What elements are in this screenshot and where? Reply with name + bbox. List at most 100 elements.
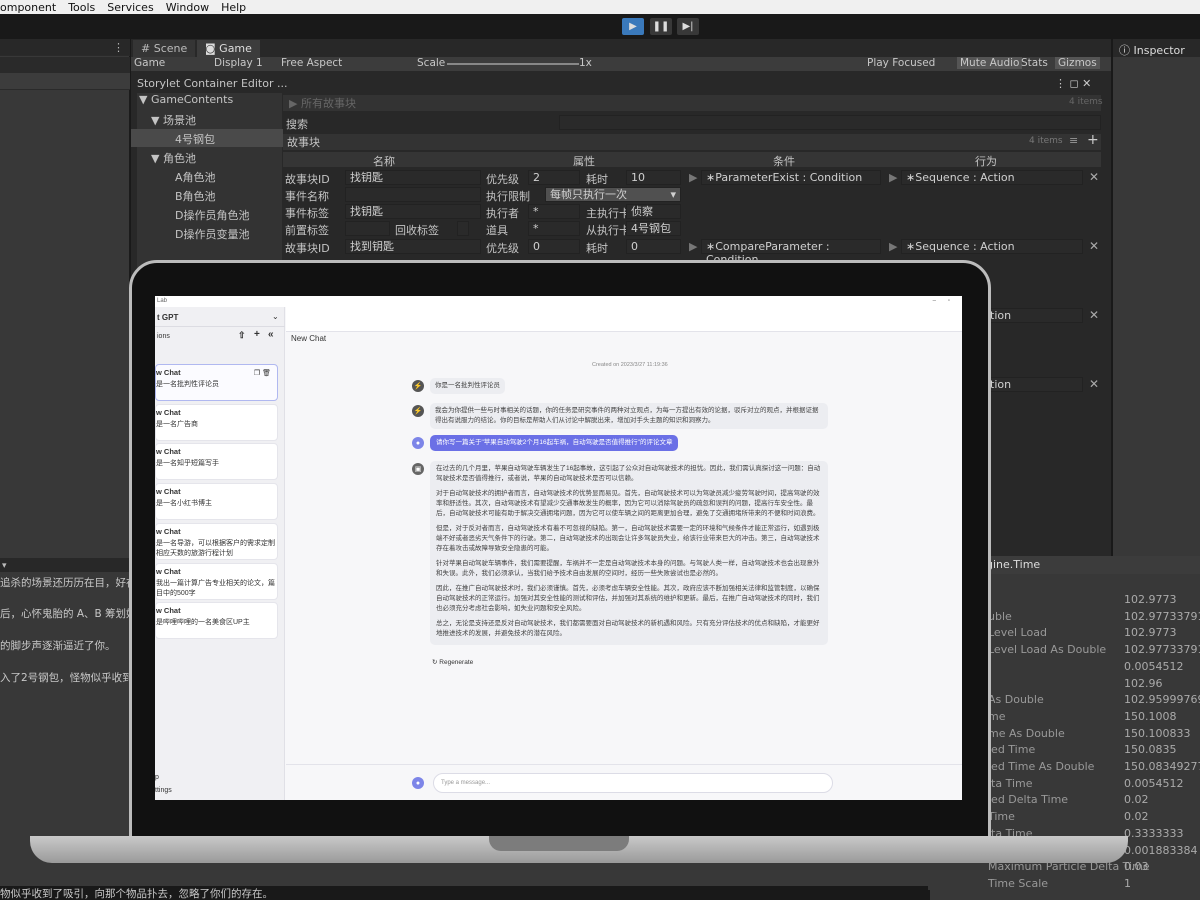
- menu-services[interactable]: Services: [107, 1, 153, 14]
- upload-icon[interactable]: ⇧: [238, 330, 246, 341]
- condition-field-2[interactable]: ∗CompareParameter : Condition: [701, 239, 881, 266]
- gizmos-button[interactable]: Gizmos: [1055, 57, 1100, 69]
- tree-a-pool[interactable]: A角色池: [175, 169, 216, 185]
- action-field-2[interactable]: ∗Sequence : Action: [901, 239, 1083, 254]
- tree-gamecontents[interactable]: ▼ GameContents: [139, 93, 233, 106]
- tree-ladle-4[interactable]: 4号钢包: [131, 129, 283, 147]
- expand-icon: ▼: [151, 152, 163, 165]
- inspector-panel: ⓘ Inspector: [1113, 39, 1200, 559]
- session-item[interactable]: w Chat 是一名广告商: [155, 403, 278, 441]
- session-item[interactable]: w Chat 我出一篇计算广告专业相关的论文，篇目中的500字: [155, 562, 278, 600]
- action-foldout-icon-2[interactable]: ▶: [889, 240, 897, 253]
- collapse-sidebar-icon[interactable]: «: [268, 329, 274, 340]
- event-tag-field[interactable]: 找钥匙: [345, 204, 481, 219]
- help-link[interactable]: p: [155, 774, 159, 781]
- tree-operator-role[interactable]: D操作员角色池: [175, 207, 249, 223]
- add-story-icon[interactable]: +: [1087, 132, 1099, 148]
- action-field[interactable]: ∗Sequence : Action: [901, 170, 1083, 185]
- remove-story-icon-3[interactable]: ✕: [1089, 308, 1099, 322]
- chevron-down-icon[interactable]: ⌄: [272, 312, 279, 321]
- tree-role-pool[interactable]: ▼ 角色池: [151, 150, 196, 166]
- menu-tools[interactable]: Tools: [68, 1, 95, 14]
- prop-field[interactable]: *: [528, 221, 580, 236]
- condition-field[interactable]: ∗ParameterExist : Condition: [701, 170, 881, 185]
- menu-help[interactable]: Help: [221, 1, 246, 14]
- minimize-icon[interactable]: –: [933, 296, 936, 307]
- sub-card-field[interactable]: 4号钢包: [626, 221, 681, 236]
- answer-paragraph: 因此，在推广自动驾驶技术时，我们必须谨慎。首先，必须考虑车辆安全性能。其次，政府…: [436, 585, 820, 612]
- story-items-count: 4 items: [1029, 136, 1063, 146]
- window-controls[interactable]: ⋮ ◻ ✕: [1055, 77, 1091, 90]
- remove-story-icon-2[interactable]: ✕: [1089, 239, 1099, 253]
- story-id-field[interactable]: 找钥匙: [345, 170, 481, 185]
- aspect-dropdown[interactable]: Free Aspect: [281, 57, 342, 69]
- lock-icon[interactable]: ⋮: [113, 41, 124, 54]
- model-select[interactable]: t GPT: [157, 313, 178, 322]
- time-row-value: 150.100833: [1124, 726, 1191, 740]
- step-button[interactable]: ▶|: [677, 18, 699, 35]
- display-dropdown[interactable]: Display 1: [214, 57, 263, 69]
- search-input[interactable]: [559, 115, 1101, 130]
- console-line: 入了2号钢包，怪物似乎收到了: [0, 672, 144, 684]
- limit-value: 每帧只执行一次: [550, 188, 627, 201]
- session-item[interactable]: w Chat 是哔哩哔哩的一名美食区UP主: [155, 602, 278, 640]
- remove-story-icon[interactable]: ✕: [1089, 170, 1099, 184]
- action-foldout-icon[interactable]: ▶: [889, 171, 897, 184]
- executor-field[interactable]: *: [528, 204, 580, 219]
- time-row-label: Time: [988, 810, 1015, 824]
- mute-audio-button[interactable]: Mute Audio: [957, 57, 1023, 69]
- condition-foldout-icon[interactable]: ▶: [689, 171, 697, 184]
- session-item[interactable]: w Chat 是一名小红书博主: [155, 483, 278, 521]
- expand-icon: ▼: [151, 114, 163, 127]
- main-card-field[interactable]: 侦察: [626, 204, 681, 219]
- session-actions-icon[interactable]: ❐ 🗑: [254, 369, 271, 377]
- priority-field[interactable]: 2: [528, 170, 580, 185]
- console-line: 追杀的场景还历历在目，好在: [0, 577, 137, 589]
- menu-window[interactable]: Window: [166, 1, 209, 14]
- time-row: Time Scale 1: [928, 877, 1200, 893]
- time-row-label: led Time: [988, 743, 1036, 757]
- action-field-3[interactable]: tion: [985, 308, 1083, 323]
- regenerate-button[interactable]: ↻ Regenerate: [432, 658, 473, 666]
- duration-field-2[interactable]: 0: [626, 239, 681, 254]
- game-dropdown[interactable]: Game: [134, 57, 165, 69]
- session-item[interactable]: w Chat 是一名导游，可以根据客户的需求定制相应天数的旅游行程计划: [155, 522, 278, 560]
- settings-link[interactable]: ttings: [155, 787, 172, 794]
- stats-button[interactable]: Stats: [1021, 57, 1048, 69]
- priority-field-2[interactable]: 0: [528, 239, 580, 254]
- remove-story-icon-4[interactable]: ✕: [1089, 377, 1099, 391]
- duration-field[interactable]: 10: [626, 170, 681, 185]
- screenshot-root: omponent Tools Services Window Help ▶ ❚❚…: [0, 0, 1200, 900]
- condition-foldout-icon-2[interactable]: ▶: [689, 240, 697, 253]
- pause-button[interactable]: ❚❚: [650, 18, 672, 35]
- limit-dropdown[interactable]: 每帧只执行一次 ▾: [545, 187, 681, 202]
- action-field-4[interactable]: tion: [985, 377, 1083, 392]
- list-menu-icon[interactable]: ≡: [1069, 134, 1078, 147]
- play-button[interactable]: ▶: [622, 18, 644, 35]
- tree-b-pool[interactable]: B角色池: [175, 188, 216, 204]
- new-session-icon[interactable]: +: [254, 329, 260, 340]
- menu-component[interactable]: omponent: [0, 1, 56, 14]
- tree-operator-var[interactable]: D操作员变量池: [175, 226, 249, 242]
- console-line: 后，心怀鬼胎的 A、B 筹划好: [0, 608, 137, 620]
- tab-game[interactable]: ◙ Game: [197, 40, 260, 57]
- chevron-down-icon[interactable]: ▾: [0, 561, 7, 571]
- message-input[interactable]: Type a message...: [433, 773, 833, 793]
- play-focused-dropdown[interactable]: Play Focused: [867, 57, 935, 69]
- recycle-toggle[interactable]: [457, 221, 469, 236]
- event-tag-label: 事件标签: [285, 207, 329, 220]
- hierarchy-row[interactable]: [0, 73, 130, 90]
- story-id-field-2[interactable]: 找到钥匙: [345, 239, 481, 254]
- event-name-field[interactable]: [345, 187, 481, 202]
- maximize-icon[interactable]: ▫: [948, 296, 950, 307]
- inspector-header[interactable]: ⓘ Inspector: [1113, 39, 1200, 57]
- session-item[interactable]: w Chat 是一名知乎短篇写手: [155, 443, 278, 481]
- all-stories-foldout[interactable]: ▶ 所有故事块: [283, 95, 1101, 111]
- tab-scene[interactable]: # Scene: [133, 40, 196, 57]
- session-item[interactable]: w Chat 是一名批判性评论员 ❐ 🗑: [155, 364, 278, 401]
- user-avatar-icon: ●: [412, 777, 424, 789]
- hierarchy-search[interactable]: [0, 57, 130, 74]
- tree-scene-pool[interactable]: ▼ 场景池: [151, 112, 196, 128]
- pre-tag-field[interactable]: [345, 221, 390, 236]
- scale-slider[interactable]: [447, 63, 579, 65]
